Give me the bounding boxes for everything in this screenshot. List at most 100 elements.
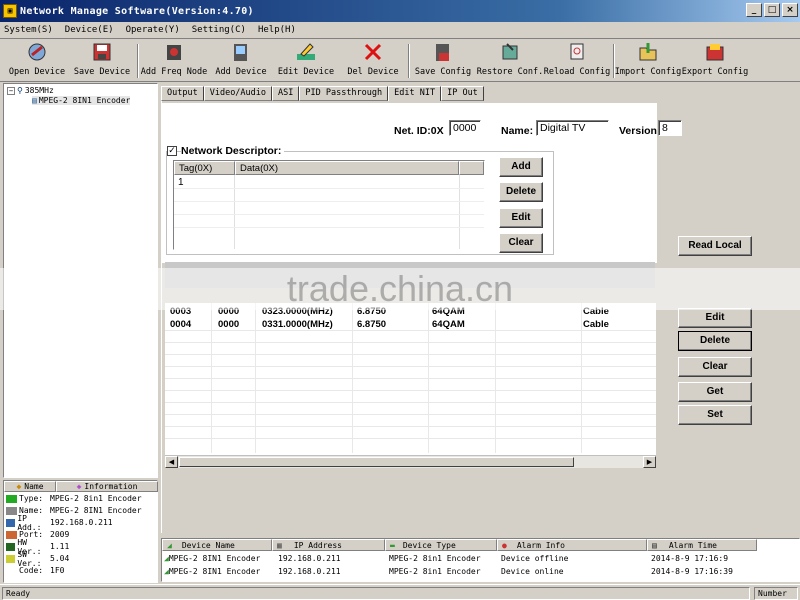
alarm-header-device-type[interactable]: ▬ Device Type: [385, 539, 497, 551]
net-id-input[interactable]: 0000: [449, 120, 481, 136]
tab-pid-passthrough[interactable]: PID Passthrough: [299, 86, 389, 101]
toolbar-separator: [137, 44, 139, 78]
edit-button[interactable]: Edit: [678, 308, 752, 328]
menu-setting[interactable]: Setting(C): [192, 25, 246, 35]
edit-device-button[interactable]: Edit Device: [277, 41, 335, 81]
tree-device-node[interactable]: ▤ MPEG-2 8IN1 Encoder: [32, 96, 131, 105]
row-divider: [165, 378, 656, 379]
clear-button[interactable]: Clear: [678, 357, 752, 377]
device-name-icon: ◢: [167, 540, 172, 550]
read-local-button[interactable]: Read Local: [678, 236, 752, 256]
info-row-ip: IP Add.: 192.168.0.211: [6, 514, 156, 532]
horizontal-scrollbar[interactable]: ◀ ▶: [165, 455, 656, 468]
freq-row[interactable]: 0004 0000 0331.0000(MHz) 6.8750 64QAM Ca…: [165, 319, 653, 331]
add-device-icon: [229, 41, 253, 63]
descriptor-header-blank: [459, 161, 484, 175]
alarm-row[interactable]: ◢MPEG-2 8IN1 Encoder 192.168.0.211 MPEG-…: [162, 552, 798, 564]
status-ready: Ready: [2, 587, 750, 600]
collapse-icon[interactable]: −: [7, 86, 15, 95]
tab-output[interactable]: Output: [161, 86, 204, 101]
tab-asi[interactable]: ASI: [272, 86, 300, 101]
row-divider: [174, 214, 484, 215]
delete-button[interactable]: Delete: [678, 331, 752, 351]
name-input[interactable]: Digital TV: [536, 120, 609, 136]
export-config-icon: [703, 41, 727, 63]
name-header-icon: ◆: [16, 482, 22, 491]
row-divider: [174, 201, 484, 202]
alarm-header-alarm-info[interactable]: ● Alarm Info: [497, 539, 647, 551]
reload-config-button[interactable]: Reload Config: [544, 41, 610, 81]
edit-device-icon: [294, 41, 318, 63]
export-config-button[interactable]: Export Config: [682, 41, 748, 81]
tab-edit-nit[interactable]: Edit NIT: [388, 86, 442, 102]
network-descriptor-label: Network Descriptor:: [181, 145, 285, 157]
menu-help[interactable]: Help(H): [258, 25, 296, 35]
device-icon: ▤: [32, 96, 37, 105]
del-device-button[interactable]: Del Device: [345, 41, 401, 81]
row-divider: [174, 188, 484, 189]
minimize-button[interactable]: _: [746, 3, 762, 17]
frequency-icon: ⚲: [17, 86, 23, 95]
open-device-icon: [25, 41, 49, 63]
info-header-information[interactable]: ◈ Information: [56, 481, 158, 492]
menu-operate[interactable]: Operate(Y): [126, 25, 180, 35]
get-button[interactable]: Get: [678, 382, 752, 402]
software-icon: [6, 554, 16, 563]
toolbar-separator: [408, 44, 410, 78]
window-title: Network Manage Software(Version:4.70): [20, 5, 254, 17]
restore-config-button[interactable]: Restore Conf.: [477, 41, 543, 81]
info-row-type: Type: MPEG-2 8in1 Encoder: [6, 493, 156, 504]
descriptor-delete-button[interactable]: Delete: [499, 182, 543, 202]
ip-address-icon: ▦: [277, 540, 282, 550]
open-device-button[interactable]: Open Device: [8, 41, 66, 81]
descriptor-header-data[interactable]: Data(0X): [235, 161, 459, 175]
tree-root-node[interactable]: − ⚲ 385MHz: [7, 86, 54, 95]
maximize-button[interactable]: □: [764, 3, 780, 17]
alarm-row[interactable]: ◢MPEG-2 8IN1 Encoder 192.168.0.211 MPEG-…: [162, 565, 798, 577]
device-info-panel: ◆ Name ◈ Information Type: MPEG-2 8in1 Enco…: [3, 480, 158, 583]
close-button[interactable]: ×: [782, 3, 798, 17]
network-descriptor-checkbox[interactable]: ✓: [167, 146, 177, 156]
descriptor-list: Tag(0X) Data(0X) 1: [173, 160, 485, 250]
row-divider: [174, 227, 484, 228]
menu-system[interactable]: System(S): [4, 25, 53, 35]
descriptor-header-tag[interactable]: Tag(0X): [174, 161, 235, 175]
set-button[interactable]: Set: [678, 405, 752, 425]
toolbar: Open Device Save Device Add Freq Node Ad…: [0, 40, 800, 82]
watermark: trade.china.cn: [0, 268, 800, 310]
reload-config-icon: [565, 41, 589, 63]
info-row-code: Code: 1F0: [19, 566, 65, 575]
save-device-icon: [90, 41, 114, 63]
descriptor-edit-button[interactable]: Edit: [499, 208, 543, 228]
save-config-icon: [431, 41, 455, 63]
add-freq-node-icon: [162, 41, 186, 63]
scroll-right-icon[interactable]: ▶: [643, 456, 656, 468]
tab-video-audio[interactable]: Video/Audio: [203, 86, 273, 101]
menu-device[interactable]: Device(E): [65, 25, 114, 35]
descriptor-clear-button[interactable]: Clear: [499, 233, 543, 253]
descriptor-row-tag[interactable]: 1: [178, 177, 184, 188]
alarm-header-device-name[interactable]: ◢ Device Name: [162, 539, 272, 551]
row-divider: [165, 342, 656, 343]
app-icon: ▣: [3, 4, 17, 18]
version-input[interactable]: 8: [658, 120, 682, 136]
title-bar: ▣ Network Manage Software(Version:4.70) …: [0, 0, 800, 22]
import-config-button[interactable]: Import Config: [615, 41, 681, 81]
info-header-name[interactable]: ◆ Name: [4, 481, 56, 492]
tab-strip: Output Video/Audio ASI PID Passthrough E…: [161, 86, 484, 102]
descriptor-add-button[interactable]: Add: [499, 157, 543, 177]
save-device-button[interactable]: Save Device: [73, 41, 131, 81]
column-divider: [234, 175, 235, 249]
add-freq-node-button[interactable]: Add Freq Node: [141, 41, 207, 81]
device-type-icon: ▬: [390, 540, 395, 550]
alarm-header-ip[interactable]: ▦ IP Address: [272, 539, 385, 551]
save-config-button[interactable]: Save Config: [414, 41, 472, 81]
alarm-list: ◢ Device Name ▦ IP Address ▬ Device Type ● A…: [161, 538, 800, 582]
scroll-left-icon[interactable]: ◀: [165, 456, 178, 468]
tab-ip-out[interactable]: IP Out: [441, 86, 484, 101]
row-divider: [165, 354, 656, 355]
alarm-header-alarm-time[interactable]: ▤ Alarm Time: [647, 539, 757, 551]
column-divider: [459, 175, 460, 249]
scroll-thumb[interactable]: [179, 457, 574, 467]
add-device-button[interactable]: Add Device: [213, 41, 269, 81]
